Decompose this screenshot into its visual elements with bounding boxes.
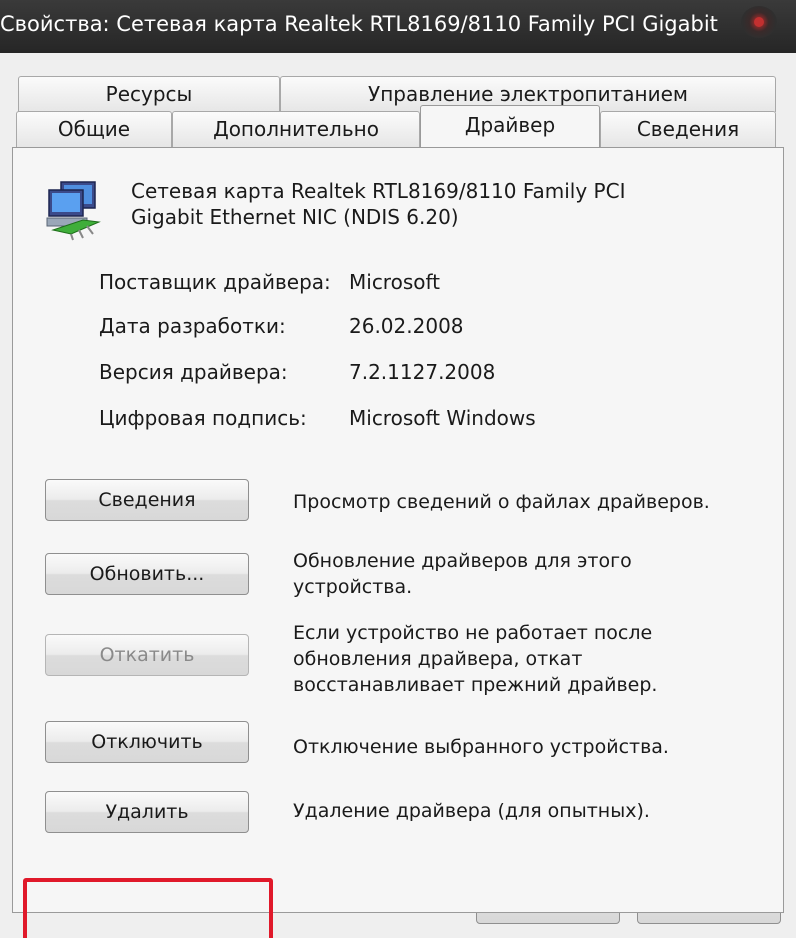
update-desc-line1: Обновление драйверов для этого [293,550,632,572]
date-label: Дата разработки: [99,314,286,338]
disable-button[interactable]: Отключить [45,721,249,763]
uninstall-description: Удаление драйвера (для опытных). [293,798,763,824]
date-value: 26.02.2008 [349,314,464,338]
rollback-desc-line1: Если устройство не работает после [293,622,653,644]
uninstall-button[interactable]: Удалить [45,791,249,833]
uninstall-desc-line1: Удаление драйвера (для опытных). [293,800,650,822]
disable-description: Отключение выбранного устройства. [293,734,763,760]
signature-value: Microsoft Windows [349,406,536,430]
device-name: Сетевая карта Realtek RTL8169/8110 Famil… [131,178,691,230]
uninstall-highlight-frame [23,878,273,938]
driver-tab-panel: Сетевая карта Realtek RTL8169/8110 Famil… [12,147,784,938]
tab-resources[interactable]: Ресурсы [18,76,280,112]
rollback-desc-line2: обновления драйвера, откат [293,648,583,670]
device-name-line2: Gigabit Ethernet NIC (NDIS 6.20) [131,205,459,229]
details-button[interactable]: Сведения [45,479,249,521]
device-name-line1: Сетевая карта Realtek RTL8169/8110 Famil… [131,179,626,203]
rollback-desc-line3: восстанавливает прежний драйвер. [293,674,658,696]
tab-advanced[interactable]: Дополнительно [172,111,420,147]
rollback-button[interactable]: Откатить [45,634,249,676]
signature-label: Цифровая подпись: [99,406,307,430]
update-description: Обновление драйверов для этого устройств… [293,548,763,600]
provider-value: Microsoft [349,270,441,294]
tab-driver[interactable]: Драйвер [420,105,600,147]
provider-label: Поставщик драйвера: [99,270,331,294]
tab-details[interactable]: Сведения [600,111,776,147]
rollback-description: Если устройство не работает после обновл… [293,620,763,698]
tab-general[interactable]: Общие [16,111,172,147]
details-desc-line1: Просмотр сведений о файлах драйверов. [293,491,710,513]
window-title: Свойства: Сетевая карта Realtek RTL8169/… [0,12,720,36]
title-bar: Свойства: Сетевая карта Realtek RTL8169/… [0,0,796,53]
close-icon [754,17,764,27]
close-button[interactable] [741,6,777,38]
disable-desc-line1: Отключение выбранного устройства. [293,736,669,758]
update-desc-line2: устройства. [293,576,413,598]
version-value: 7.2.1127.2008 [349,360,496,384]
details-description: Просмотр сведений о файлах драйверов. [293,489,763,515]
properties-dialog: Ресурсы Управление электропитанием Общие… [0,53,796,938]
version-label: Версия драйвера: [99,360,288,384]
network-adapter-icon [46,181,101,241]
update-button[interactable]: Обновить... [45,553,249,595]
